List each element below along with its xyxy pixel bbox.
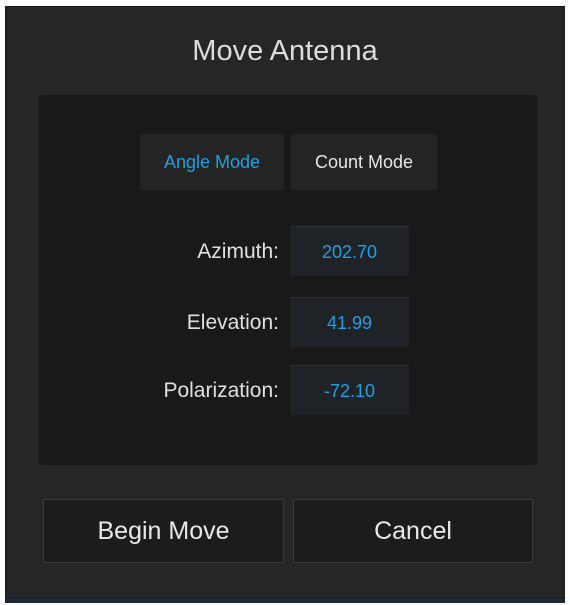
azimuth-label: Azimuth: bbox=[197, 240, 279, 263]
angle-mode-button[interactable]: Angle Mode bbox=[140, 134, 284, 190]
dialog-title: Move Antenna bbox=[192, 35, 378, 67]
azimuth-field[interactable]: 202.70 bbox=[290, 226, 409, 276]
elevation-field[interactable]: 41.99 bbox=[290, 297, 409, 347]
elevation-label: Elevation: bbox=[186, 311, 279, 334]
move-antenna-dialog: Move Antenna Angle Mode Count Mode Azimu… bbox=[5, 6, 565, 598]
count-mode-button[interactable]: Count Mode bbox=[291, 134, 437, 190]
background-strip bbox=[5, 598, 565, 603]
polarization-field[interactable]: -72.10 bbox=[290, 365, 409, 415]
polarization-label: Polarization: bbox=[163, 379, 279, 402]
begin-move-button[interactable]: Begin Move bbox=[43, 499, 284, 563]
cancel-button[interactable]: Cancel bbox=[293, 499, 533, 563]
settings-panel: Angle Mode Count Mode Azimuth: 202.70 El… bbox=[39, 95, 537, 465]
